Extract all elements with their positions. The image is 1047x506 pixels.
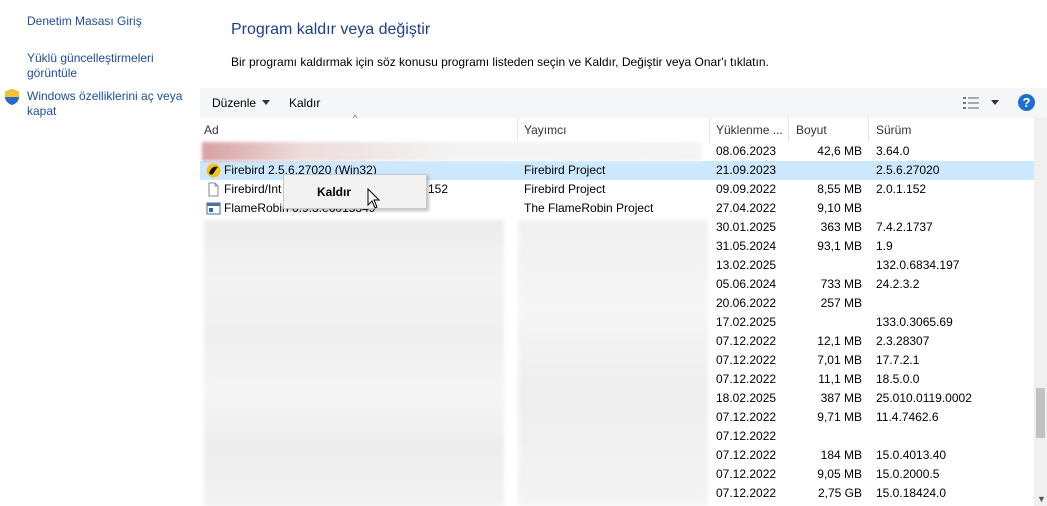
vertical-scrollbar[interactable] [1034, 118, 1047, 506]
context-menu-uninstall[interactable]: Kaldır [317, 185, 351, 199]
view-options-icon[interactable] [963, 97, 979, 109]
redacted-area [518, 220, 708, 506]
column-header-publisher[interactable]: Yayımcı [524, 118, 566, 142]
program-size: 9,71 MB [817, 410, 862, 424]
column-divider[interactable] [868, 118, 869, 142]
program-installed-on: 05.06.2024 [716, 277, 777, 291]
program-version: 133.0.3065.69 [876, 315, 953, 329]
program-size: 8,55 MB [817, 182, 862, 196]
program-size: 387 MB [820, 391, 862, 405]
program-installed-on: 20.06.2022 [716, 296, 777, 310]
scrollbar-thumb[interactable] [1036, 388, 1045, 438]
program-version: 1.9 [876, 239, 893, 253]
column-header-version[interactable]: Sürüm [876, 118, 911, 142]
task-pane: Denetim Masası Giriş Yüklü güncelleştirm… [0, 0, 200, 506]
program-version: 7.4.2.1737 [876, 220, 933, 234]
program-version: 2.5.6.27020 [876, 163, 940, 177]
program-installed-on: 17.02.2025 [716, 315, 777, 329]
page-title: Program kaldır veya değiştir [231, 21, 431, 38]
program-version: 18.5.0.0 [876, 372, 920, 386]
program-version: 11.4.7462.6 [876, 410, 939, 424]
program-size: 9,10 MB [817, 201, 862, 215]
program-size: 42,6 MB [817, 144, 862, 158]
column-header-installed-on[interactable]: Yüklenme ... [716, 118, 783, 142]
program-installed-on: 07.12.2022 [716, 353, 777, 367]
program-version: 2.3.28307 [876, 334, 930, 348]
program-size: 257 MB [820, 296, 862, 310]
control-panel-home-link[interactable]: Denetim Masası Giriş [27, 14, 142, 29]
redacted-area [202, 142, 702, 161]
program-size: 93,1 MB [817, 239, 862, 253]
program-size: 2,75 GB [817, 486, 862, 500]
program-installed-on: 07.12.2022 [716, 486, 777, 500]
program-installed-on: 18.02.2025 [716, 391, 777, 405]
program-publisher: Firebird Project [524, 182, 606, 196]
program-version: 3.64.0 [876, 144, 910, 158]
program-installed-on: 31.05.2024 [716, 239, 777, 253]
program-installed-on: 13.02.2025 [716, 258, 777, 272]
program-size: 9,05 MB [817, 467, 862, 481]
program-version: 15.0.2000.5 [876, 467, 940, 481]
application-window-icon [206, 202, 221, 215]
column-header-name[interactable]: Ad [204, 118, 219, 142]
program-version: 17.7.2.1 [876, 353, 920, 367]
uninstall-button[interactable]: Kaldır [289, 96, 320, 110]
program-installed-on: 07.12.2022 [716, 448, 777, 462]
view-installed-updates-link[interactable]: Yüklü güncelleştirmeleri görüntüle [27, 51, 192, 81]
windows-features-link[interactable]: Windows özelliklerini aç veya kapat [27, 89, 192, 119]
firebird-icon [206, 163, 221, 178]
program-size: 184 MB [820, 448, 862, 462]
program-version: 15.0.4013.40 [876, 448, 947, 462]
column-divider[interactable] [709, 118, 710, 142]
program-installed-on: 27.04.2022 [716, 201, 777, 215]
program-size: 7,01 MB [817, 353, 862, 367]
program-installed-on: 21.09.2023 [716, 163, 777, 177]
program-version: 132.0.6834.197 [876, 258, 960, 272]
column-header-size[interactable]: Boyut [796, 118, 827, 142]
program-size: 363 MB [820, 220, 862, 234]
program-name-tail: 152 [428, 182, 449, 196]
program-publisher: Firebird Project [524, 163, 606, 177]
page-description: Bir programı kaldırmak için söz konusu p… [231, 55, 769, 69]
program-installed-on: 07.12.2022 [716, 467, 777, 481]
redacted-area [204, 220, 504, 506]
program-version: 15.0.18424.0 [876, 486, 947, 500]
sort-ascending-icon: ^ [353, 113, 358, 123]
organize-button[interactable]: Düzenle [212, 96, 256, 110]
command-bar: Düzenle Kaldır ? [200, 88, 1047, 118]
context-menu: Kaldır [283, 174, 427, 209]
view-dropdown-chevron-icon[interactable] [991, 100, 999, 105]
program-installed-on: 07.12.2022 [716, 372, 777, 386]
program-version: 24.2.3.2 [876, 277, 920, 291]
program-installed-on: 07.12.2022 [716, 429, 777, 443]
program-size: 733 MB [820, 277, 862, 291]
mouse-pointer-icon [367, 188, 381, 209]
program-installed-on: 07.12.2022 [716, 334, 777, 348]
program-publisher: The FlameRobin Project [524, 201, 654, 215]
column-divider[interactable] [788, 118, 789, 142]
chevron-down-icon[interactable] [262, 100, 270, 105]
program-installed-on: 08.06.2023 [716, 144, 777, 158]
program-version: 2.0.1.152 [876, 182, 927, 196]
scroll-down-arrow-icon[interactable]: ▼ [1037, 494, 1046, 504]
program-installed-on: 30.01.2025 [716, 220, 777, 234]
program-version: 25.010.0119.0002 [876, 391, 972, 405]
document-icon [208, 182, 219, 197]
column-divider[interactable] [517, 118, 518, 142]
program-installed-on: 09.09.2022 [716, 182, 777, 196]
help-icon[interactable]: ? [1018, 94, 1035, 111]
program-installed-on: 07.12.2022 [716, 410, 777, 424]
shield-icon [5, 89, 19, 105]
program-size: 12,1 MB [817, 334, 862, 348]
program-size: 11,1 MB [818, 372, 862, 386]
